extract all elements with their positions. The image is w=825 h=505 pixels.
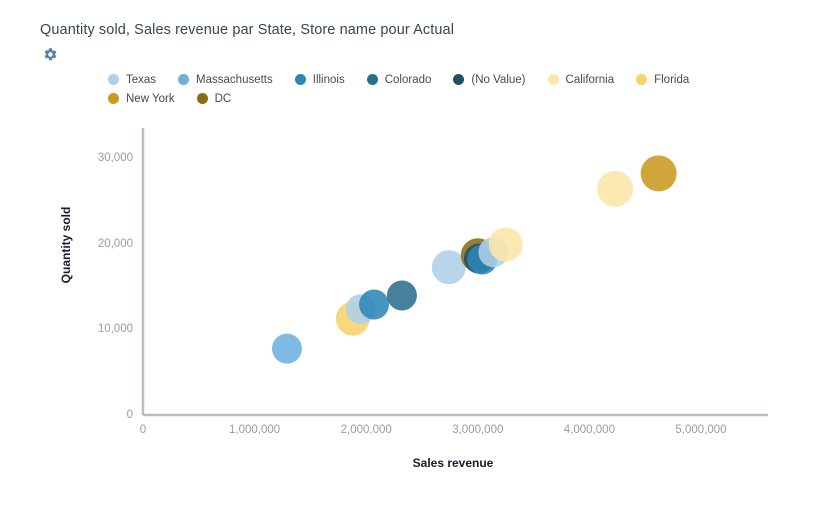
data-point-bubble[interactable] [640,155,677,192]
data-point-bubble[interactable] [431,250,466,285]
plot-area: Quantity sold Sales revenue 0 10,000 20,00… [0,0,825,505]
y-axis-tick-label: 0 [126,409,133,421]
scatter-chart-widget: Quantity sold, Sales revenue par State, … [0,0,825,505]
y-axis-tick-label: 20,000 [97,237,133,250]
x-axis-tick-label: 5,000,000 [675,424,727,436]
x-axis-tick-label: 4,000,000 [563,424,615,436]
x-axis-tick-label: 3,000,000 [452,424,504,436]
y-axis-tick-label: 10,000 [97,323,133,336]
x-axis-tick-label: 2,000,000 [340,424,392,436]
data-point-bubble[interactable] [359,289,390,320]
y-axis-tick-label: 30,000 [97,152,133,164]
x-axis-tick-label: 1,000,000 [229,424,281,436]
y-axis-title: Quantity sold [59,206,73,284]
data-point-bubble[interactable] [271,333,302,364]
x-axis-tick-label: 0 [139,424,147,436]
data-point-bubble[interactable] [386,280,417,311]
x-axis-title: Sales revenue [412,456,494,470]
data-point-bubble[interactable] [488,227,523,262]
data-point-bubble[interactable] [597,170,634,207]
